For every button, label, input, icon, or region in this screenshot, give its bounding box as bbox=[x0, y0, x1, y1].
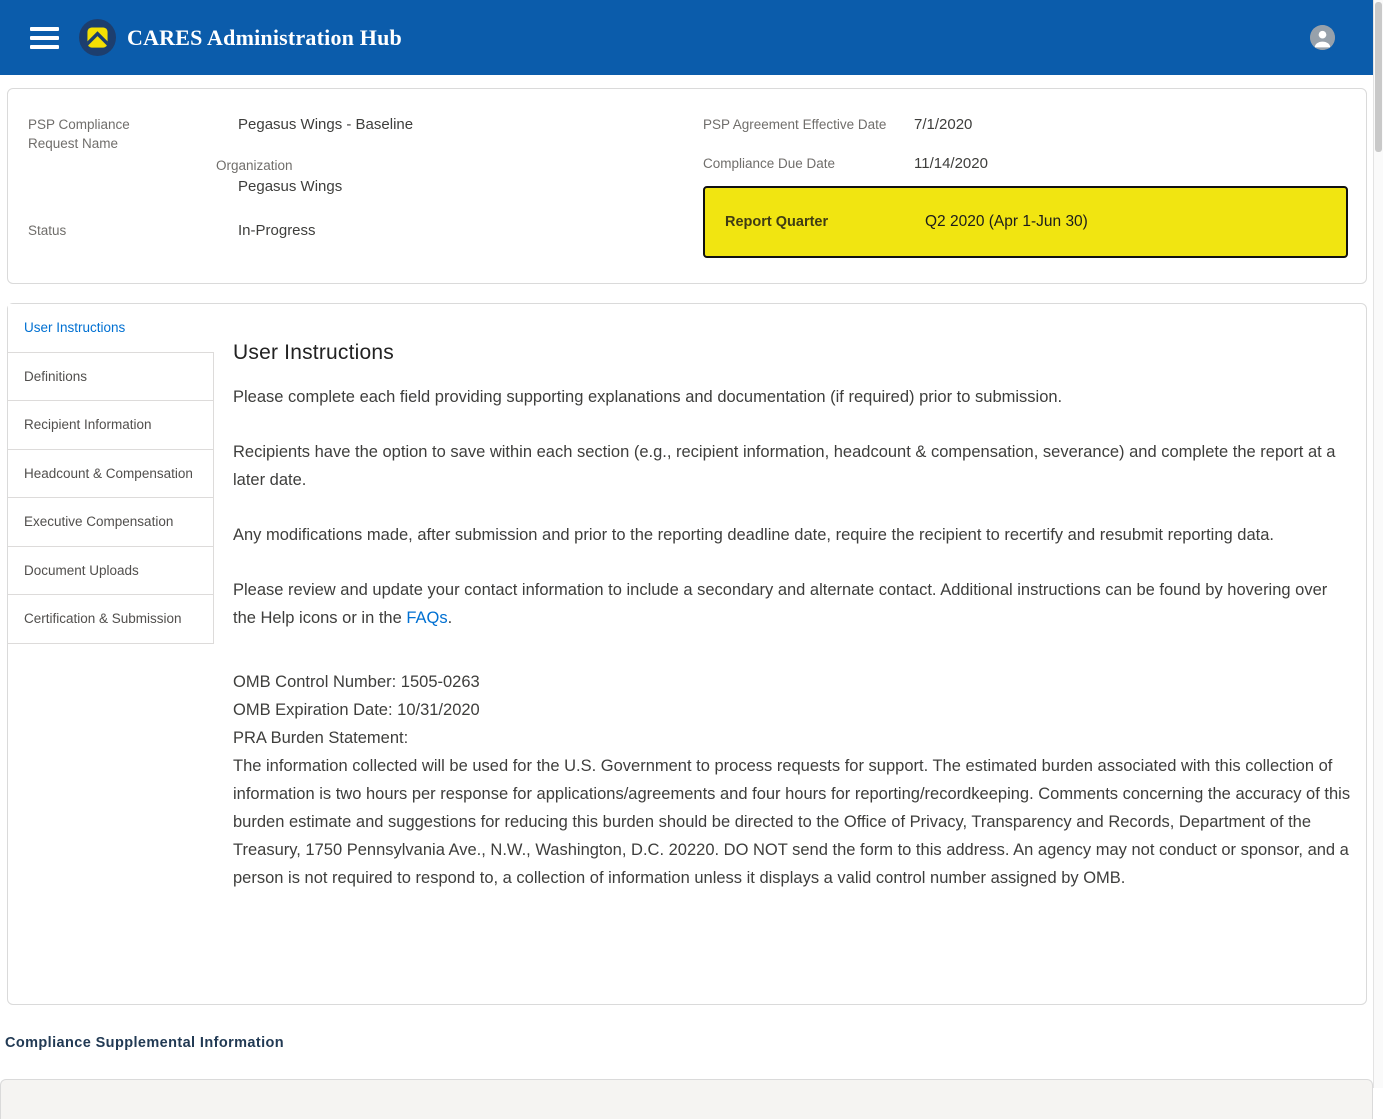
omb-control-number: OMB Control Number: 1505-0263 bbox=[233, 673, 480, 691]
organization-label: Organization bbox=[216, 156, 703, 175]
status-value: In-Progress bbox=[238, 221, 316, 240]
due-date-row: Compliance Due Date 11/14/2020 bbox=[703, 154, 1348, 173]
status-label: Status bbox=[28, 221, 238, 240]
due-date-label: Compliance Due Date bbox=[703, 154, 914, 173]
instructions-paragraph-1: Please complete each field providing sup… bbox=[233, 383, 1352, 411]
tab-user-instructions[interactable]: User Instructions bbox=[8, 304, 214, 353]
hamburger-bar bbox=[30, 27, 59, 31]
tab-executive-compensation[interactable]: Executive Compensation bbox=[8, 498, 214, 547]
cares-shield-logo-icon bbox=[79, 19, 116, 56]
page: CARES Administration Hub PSP Compliance … bbox=[0, 0, 1373, 1119]
instructions-paragraph-2: Recipients have the option to save withi… bbox=[233, 438, 1352, 494]
summary-left-column: PSP Compliance Request Name Pegasus Wing… bbox=[28, 115, 703, 283]
hamburger-menu-icon[interactable] bbox=[30, 22, 59, 54]
scrollbar-thumb[interactable] bbox=[1375, 2, 1382, 152]
tab-certification-submission[interactable]: Certification & Submission bbox=[8, 595, 214, 644]
report-quarter-value: Q2 2020 (Apr 1-Jun 30) bbox=[925, 213, 1088, 231]
organization-row: Organization Pegasus Wings bbox=[28, 156, 703, 195]
status-row: Status In-Progress bbox=[28, 221, 703, 240]
pra-burden-statement-body: The information collected will be used f… bbox=[233, 757, 1350, 887]
logo-glyph bbox=[86, 26, 109, 49]
effective-date-value: 7/1/2020 bbox=[914, 115, 972, 134]
faqs-link[interactable]: FAQs bbox=[406, 609, 447, 627]
request-name-value: Pegasus Wings - Baseline bbox=[238, 115, 413, 134]
user-avatar-icon[interactable] bbox=[1310, 25, 1335, 50]
avatar-glyph bbox=[1310, 25, 1335, 50]
tab-content: User Instructions Please complete each f… bbox=[214, 304, 1366, 1004]
page-scrollbar[interactable] bbox=[1373, 0, 1383, 1088]
app-header: CARES Administration Hub bbox=[0, 0, 1373, 75]
paragraph-4-text: Please review and update your contact in… bbox=[233, 581, 1327, 627]
app-title: CARES Administration Hub bbox=[127, 25, 402, 51]
instructions-paragraph-4: Please review and update your contact in… bbox=[233, 576, 1352, 632]
request-name-row: PSP Compliance Request Name Pegasus Wing… bbox=[28, 115, 703, 153]
organization-value: Pegasus Wings bbox=[238, 178, 703, 195]
report-quarter-highlight: Report Quarter Q2 2020 (Apr 1-Jun 30) bbox=[703, 186, 1348, 258]
paragraph-4-period: . bbox=[448, 609, 453, 627]
omb-expiration-date: OMB Expiration Date: 10/31/2020 bbox=[233, 701, 480, 719]
tab-definitions[interactable]: Definitions bbox=[8, 353, 214, 402]
section-tab-list: User Instructions Definitions Recipient … bbox=[8, 304, 214, 1004]
due-date-value: 11/14/2020 bbox=[914, 154, 988, 173]
omb-statement: OMB Control Number: 1505-0263 OMB Expira… bbox=[233, 668, 1352, 892]
report-quarter-label: Report Quarter bbox=[725, 214, 925, 230]
supplemental-panel-header[interactable] bbox=[0, 1079, 1373, 1119]
tab-headcount-compensation[interactable]: Headcount & Compensation bbox=[8, 450, 214, 499]
instructions-heading: User Instructions bbox=[233, 340, 1352, 366]
tab-recipient-information[interactable]: Recipient Information bbox=[8, 401, 214, 450]
compliance-summary-panel: PSP Compliance Request Name Pegasus Wing… bbox=[7, 88, 1367, 284]
hamburger-bar bbox=[30, 45, 59, 49]
pra-burden-statement-label: PRA Burden Statement: bbox=[233, 729, 408, 747]
effective-date-row: PSP Agreement Effective Date 7/1/2020 bbox=[703, 115, 1348, 134]
summary-right-column: PSP Agreement Effective Date 7/1/2020 Co… bbox=[703, 115, 1348, 283]
report-sections-panel: User Instructions Definitions Recipient … bbox=[7, 303, 1367, 1005]
supplemental-section-heading: Compliance Supplemental Information bbox=[5, 1035, 1373, 1051]
effective-date-label: PSP Agreement Effective Date bbox=[703, 115, 914, 134]
request-name-label: PSP Compliance Request Name bbox=[28, 115, 238, 153]
tab-document-uploads[interactable]: Document Uploads bbox=[8, 547, 214, 596]
instructions-paragraph-3: Any modifications made, after submission… bbox=[233, 521, 1352, 549]
hamburger-bar bbox=[30, 36, 59, 40]
